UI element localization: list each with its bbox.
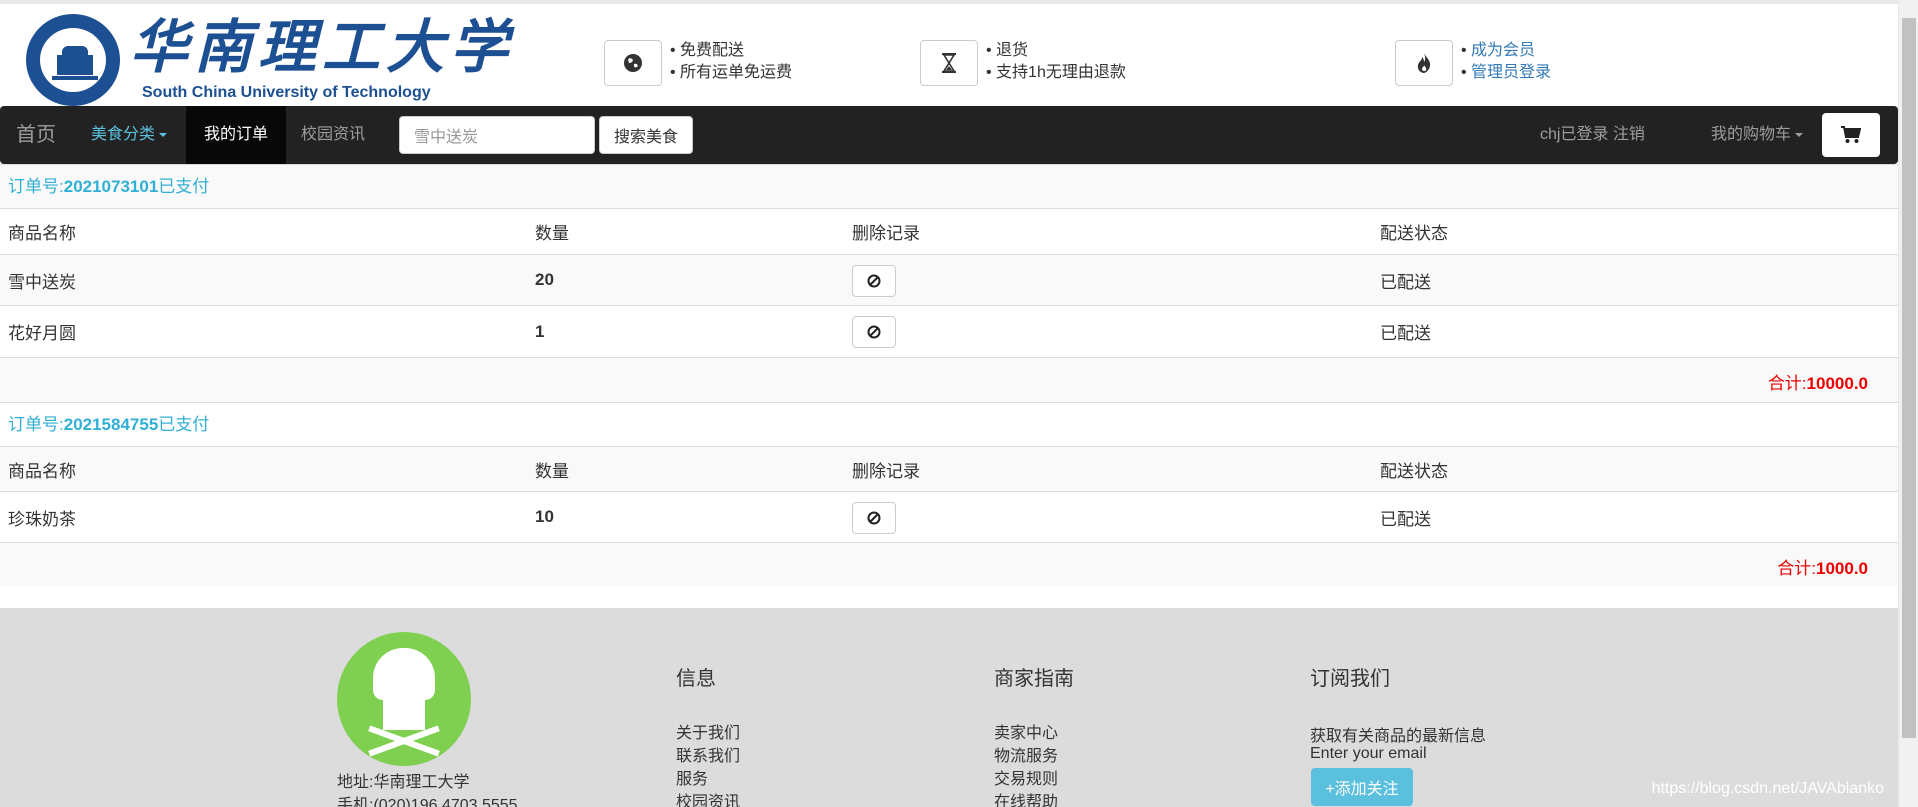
item-name: 珍珠奶茶 [8, 509, 76, 529]
col-header-delete: 删除记录 [852, 224, 920, 243]
delete-record-button[interactable] [852, 316, 896, 348]
item-delivery-status: 已配送 [1380, 272, 1431, 292]
login-status: chj已登录 注销 [1540, 106, 1645, 164]
col-header-name: 商品名称 [8, 461, 76, 481]
order-total: 合计:1000.0 [1777, 554, 1868, 579]
nav-cart-label: 我的购物车 [1711, 126, 1792, 143]
search-input[interactable] [399, 116, 595, 154]
footer-link[interactable]: 关于我们 [676, 722, 740, 745]
email-input[interactable]: Enter your email [1310, 745, 1427, 763]
footer-link[interactable]: 服务 [676, 768, 740, 791]
table-header-row: 商品名称 数量 删除记录 配送状态 [0, 446, 1898, 491]
subscribe-description: 获取有关商品的最新信息 [1310, 728, 1487, 745]
order-number-label: 订单号: [8, 177, 64, 196]
col-header-qty: 数量 [535, 224, 569, 243]
become-member-link[interactable]: 成为会员 [1461, 40, 1551, 62]
main-navbar: 首页 美食分类 我的订单 校园资讯 搜索美食 chj已登录 注销 我的购物车 [0, 106, 1898, 164]
globe-icon [604, 40, 662, 86]
footer-link[interactable]: 交易规则 [994, 768, 1058, 791]
footer-link[interactable]: 在线帮助 [994, 791, 1058, 807]
scrollbar-thumb[interactable] [1902, 18, 1916, 738]
table-row: 雪中送炭 20 已配送 [0, 254, 1898, 305]
footer-info-title: 信息 [676, 668, 716, 690]
nav-campus-news[interactable]: 校园资讯 [301, 106, 365, 164]
col-header-qty: 数量 [535, 461, 569, 481]
fire-icon [1395, 40, 1453, 86]
order-total-row: 合计:1000.0 [0, 542, 1898, 586]
hourglass-icon [920, 40, 978, 86]
feature-line: 所有运单免运费 [670, 62, 792, 84]
item-delivery-status: 已配送 [1380, 324, 1431, 343]
nav-categories-dropdown[interactable]: 美食分类 [91, 106, 168, 164]
col-header-delete: 删除记录 [852, 461, 920, 481]
university-name-en: South China University of Technology [142, 84, 431, 101]
site-header: 华南理工大学 South China University of Technol… [0, 0, 1898, 106]
total-label: 合计: [1767, 374, 1807, 393]
caret-down-icon [159, 132, 168, 137]
order-status: 已支付 [158, 177, 210, 196]
footer-address: 地址:华南理工大学 [337, 774, 470, 791]
delete-record-button[interactable] [852, 502, 896, 534]
feature-line: 免费配送 [670, 40, 792, 62]
ban-icon [867, 325, 881, 339]
admin-login-link[interactable]: 管理员登录 [1461, 62, 1551, 84]
nav-cart-dropdown[interactable]: 我的购物车 [1711, 106, 1804, 164]
order-total-row: 合计:10000.0 [0, 357, 1898, 402]
table-row: 珍珠奶茶 10 已配送 [0, 491, 1898, 542]
watermark-text: https://blog.csdn.net/JAVAblanko [1651, 780, 1884, 797]
ban-icon [867, 274, 881, 288]
item-delivery-status: 已配送 [1380, 509, 1431, 529]
subscribe-button[interactable]: +添加关注 [1311, 768, 1413, 806]
nav-my-orders[interactable]: 我的订单 [186, 106, 287, 164]
col-header-name: 商品名称 [8, 224, 76, 243]
caret-down-icon [1795, 132, 1804, 137]
total-value: 1000.0 [1816, 559, 1868, 578]
university-logo[interactable]: 华南理工大学 South China University of Technol… [26, 14, 508, 106]
footer-phone: 手机:(020)196 4703 5555 [337, 797, 518, 807]
nav-categories-label: 美食分类 [91, 126, 156, 143]
item-qty: 1 [535, 321, 545, 341]
chef-hat-logo-icon [337, 632, 471, 766]
order-number: 2021584755 [63, 415, 159, 434]
table-header-row: 商品名称 数量 删除记录 配送状态 [0, 208, 1898, 254]
footer-link[interactable]: 卖家中心 [994, 722, 1058, 745]
footer-merchant-links: 卖家中心 物流服务 交易规则 在线帮助 [994, 722, 1058, 807]
col-header-delivery: 配送状态 [1380, 224, 1448, 243]
footer-info-links: 关于我们 联系我们 服务 校园资讯 [676, 722, 740, 807]
col-header-delivery: 配送状态 [1380, 461, 1448, 481]
item-qty: 20 [535, 270, 554, 289]
cart-button[interactable] [1822, 113, 1880, 157]
footer-subscribe-title: 订阅我们 [1310, 668, 1390, 690]
page-scrollbar[interactable] [1898, 0, 1918, 807]
total-label: 合计: [1777, 559, 1816, 578]
order-number-label: 订单号: [8, 415, 64, 434]
order-title: 订单号:2021073101已支付 [0, 164, 1898, 208]
university-name-cn: 华南理工大学 [130, 13, 515, 81]
order-title: 订单号:2021584755已支付 [0, 402, 1898, 446]
order-number: 2021073101 [63, 177, 159, 196]
site-footer: 地址:华南理工大学 手机:(020)196 4703 5555 信息 关于我们 … [0, 608, 1898, 807]
university-seal-icon [26, 14, 120, 106]
total-value: 10000.0 [1806, 374, 1868, 393]
footer-merchant-title: 商家指南 [994, 668, 1074, 690]
search-button[interactable]: 搜索美食 [599, 116, 693, 154]
nav-home[interactable]: 首页 [16, 106, 56, 164]
feature-line: 支持1h无理由退款 [986, 62, 1126, 84]
delete-record-button[interactable] [852, 265, 896, 297]
shopping-cart-icon [1841, 126, 1861, 143]
logout-link[interactable]: 注销 [1613, 126, 1645, 143]
table-row: 花好月圆 1 已配送 [0, 305, 1898, 357]
footer-link[interactable]: 联系我们 [676, 745, 740, 768]
item-qty: 10 [535, 507, 554, 526]
feature-line: 退货 [986, 40, 1126, 62]
order-total: 合计:10000.0 [1768, 369, 1868, 394]
footer-link[interactable]: 校园资讯 [676, 791, 740, 807]
item-name: 花好月圆 [8, 324, 76, 343]
item-name: 雪中送炭 [8, 272, 76, 292]
ban-icon [867, 511, 881, 525]
login-status-text: chj已登录 [1540, 126, 1609, 143]
footer-link[interactable]: 物流服务 [994, 745, 1058, 768]
order-status: 已支付 [158, 415, 210, 434]
